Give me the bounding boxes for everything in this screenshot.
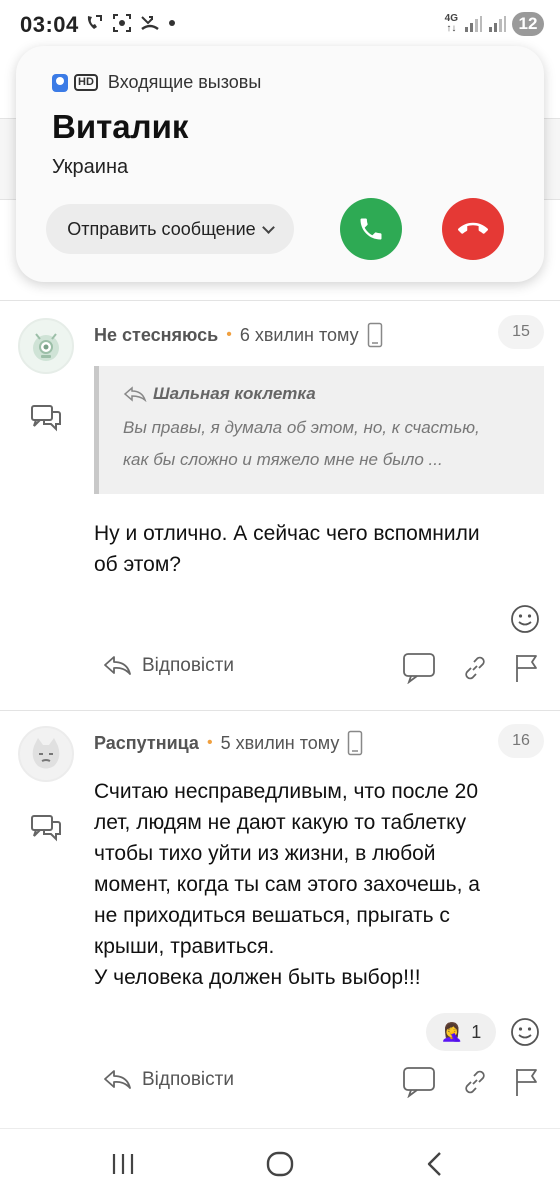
quote-text-line: Вы правы, я думала об этом, но, к счасть… [123,418,480,437]
reply-arrow-icon [123,386,147,402]
author-name[interactable]: Распутница [94,733,199,754]
home-icon[interactable] [264,1149,296,1179]
battery-icon: 12 [512,12,544,36]
replies-icon[interactable] [30,404,62,432]
call-forward-icon [87,15,102,29]
reply-label: Відповісти [142,1069,234,1090]
status-time: 03:04 [20,12,79,37]
incoming-call-notification[interactable]: HD Входящие вызовы Виталик Украина Отпра… [16,46,544,282]
link-icon[interactable] [462,655,488,681]
signal-icon [465,16,482,32]
back-icon[interactable] [420,1149,450,1179]
chevron-down-icon [261,220,275,234]
reaction-pill[interactable]: 🤦‍♀️ 1 [426,1013,496,1051]
reaction-count: 1 [471,1021,482,1042]
flag-icon[interactable] [514,1067,540,1097]
facepalm-emoji-icon: 🤦‍♀️ [440,1021,464,1042]
score-badge[interactable]: 15 [498,315,544,349]
dot-icon [169,20,175,26]
contact-icon [52,73,68,92]
hang-up-icon [458,222,488,234]
missed-call-icon [141,16,159,31]
replies-icon[interactable] [30,814,62,842]
link-icon[interactable] [462,1069,488,1095]
avatar[interactable] [18,318,74,374]
quote-author-row: Шальная коклетка [123,384,524,404]
author-name[interactable]: Не стесняюсь [94,325,218,346]
reply-icon [104,1070,131,1089]
mobile-device-icon [367,322,382,348]
time-ago: 5 хвилин тому [220,732,340,753]
screenshot-icon [113,14,131,32]
comment-text-line: крыши, травиться. [94,935,275,958]
signal-icon [489,16,506,32]
comment-text-line: лет, людям не дают какую то таблетку [94,811,467,834]
recent-apps-icon[interactable] [108,1149,138,1179]
status-icons-left [84,13,176,33]
comment-text-line: Ну и отлично. А сейчас чего вспомнили [94,522,480,545]
score-badge[interactable]: 16 [498,724,544,758]
reply-button[interactable]: Відповісти [102,1068,234,1092]
mobile-device-icon [348,730,363,756]
robot-avatar-icon [33,333,59,361]
decline-call-button[interactable] [442,198,504,260]
comment-icon[interactable] [402,652,436,684]
comment-text-line: чтобы тихо уйти из жизни, в любой [94,842,436,865]
comment-text: Ну и отлично. А сейчас чего вспомнили об… [94,518,480,580]
separator-dot: • [226,326,232,343]
network-type: 4G ↑↓ [444,13,458,34]
status-icons-right: 4G ↑↓ 12 [445,12,544,36]
comment-text-line: момент, когда ты сам этого захочешь, а [94,873,480,896]
hd-icon: HD [74,74,98,91]
quote-text-line: как бы сложно и тяжело мне не было ... [123,450,443,469]
call-header: HD Входящие вызовы [52,72,261,93]
caller-location: Украина [52,156,129,178]
comment-text-line: У человека должен быть выбор!!! [94,966,421,989]
phone-icon [360,218,382,240]
quote-author: Шальная коклетка [153,384,316,403]
time-ago: 6 хвилин тому [239,324,359,345]
accept-call-button[interactable] [340,198,402,260]
call-app-label: Входящие вызовы [107,72,262,92]
avatar[interactable] [18,726,74,782]
add-reaction-icon[interactable] [510,1017,540,1047]
comment: Не стесняюсь • 6 хвилин тому 15 [0,300,560,708]
comment-text-line: об этом? [94,553,181,576]
navigation-bar [0,1128,560,1200]
reply-label: Відповісти [142,655,234,676]
comment-actions [402,1066,540,1098]
cat-avatar-icon [32,738,60,769]
add-reaction-icon[interactable] [510,604,540,634]
separator-dot: • [206,734,213,751]
send-message-button[interactable]: Отправить сообщение [46,204,294,254]
comment-icon[interactable] [402,1066,436,1098]
send-message-label: Отправить сообщение [67,218,256,239]
status-bar: 03:04 4G ↑↓ 12 [0,0,560,52]
comment-text-line: Считаю несправедливым, что после 20 [94,780,478,803]
flag-icon[interactable] [514,653,540,683]
quoted-comment[interactable]: Шальная коклетка Вы правы, я думала об э… [94,366,544,494]
comment-actions [402,652,540,684]
comment-text-line: не приходиться вешаться, прыгать с [94,904,450,927]
reply-button[interactable]: Відповісти [102,654,234,678]
comment-text: Считаю несправедливым, что после 20 лет,… [94,776,480,993]
comment-meta: Распутница • 5 хвилин тому [94,730,363,756]
reply-icon [104,656,131,675]
comment-meta: Не стесняюсь • 6 хвилин тому [94,322,383,348]
caller-name: Виталик [52,108,189,145]
